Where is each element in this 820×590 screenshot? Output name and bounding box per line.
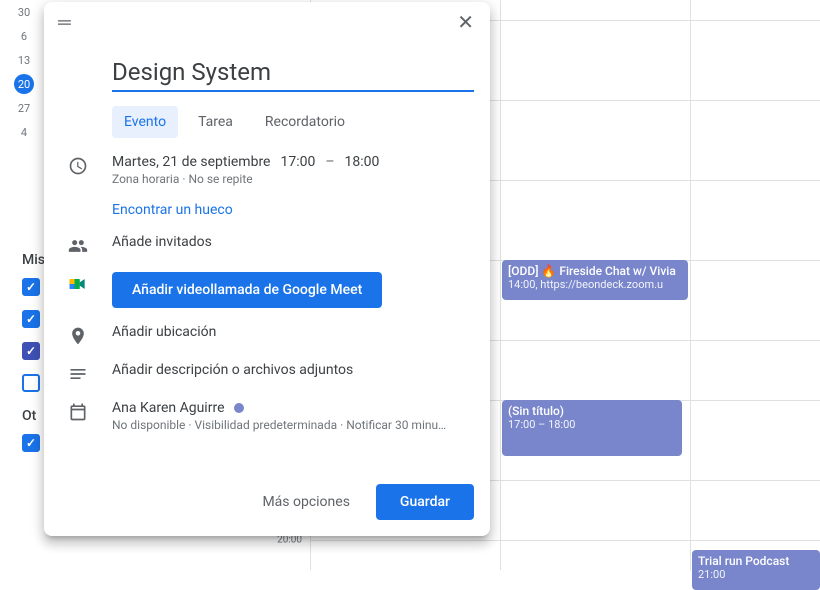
calendar-checkbox[interactable] — [22, 342, 40, 360]
event-create-dialog: ═ ✕ Evento Tarea Recordatorio Martes, 21… — [44, 2, 490, 536]
add-google-meet-button[interactable]: Añadir videollamada de Google Meet — [112, 272, 382, 308]
event-type-tabs: Evento Tarea Recordatorio — [112, 106, 474, 138]
calendar-event[interactable]: Trial run Podcast 21:00 — [692, 550, 820, 590]
close-icon: ✕ — [457, 10, 474, 34]
organizer-settings: No disponible · Visibilidad predetermina… — [112, 418, 474, 432]
close-button[interactable]: ✕ — [449, 6, 482, 38]
add-guests-field[interactable]: Añade invitados — [112, 234, 474, 250]
tab-reminder[interactable]: Recordatorio — [253, 106, 357, 138]
event-date: Martes, 21 de septiembre — [112, 154, 270, 170]
add-description-field[interactable]: Añadir descripción o archivos adjuntos — [112, 362, 474, 378]
save-button[interactable]: Guardar — [376, 484, 474, 520]
tab-event[interactable]: Evento — [112, 106, 178, 138]
meet-icon — [60, 272, 96, 294]
find-time-link[interactable]: Encontrar un hueco — [112, 202, 474, 218]
mini-calendar[interactable]: 30 6 13 20 27 4 — [0, 0, 48, 144]
location-icon — [60, 324, 96, 346]
calendar-event[interactable]: (Sin título) 17:00 – 18:00 — [502, 400, 682, 456]
calendar-checkbox[interactable] — [22, 278, 40, 296]
event-title-input[interactable] — [112, 56, 474, 92]
calendar-checkbox[interactable] — [22, 434, 40, 452]
calendar-checkbox[interactable] — [22, 310, 40, 328]
time-axis-label: 20:00 — [277, 535, 302, 546]
other-calendars-heading: Ot — [22, 408, 45, 424]
datetime-row[interactable]: Martes, 21 de septiembre 17:00 – 18:00 — [112, 154, 474, 170]
calendar-color-dot — [234, 403, 244, 413]
organizer-name: Ana Karen Aguirre — [112, 400, 225, 416]
tab-task[interactable]: Tarea — [186, 106, 245, 138]
description-icon — [60, 362, 96, 384]
calendar-list-sidebar: Mis Ot — [22, 252, 45, 466]
timezone-repeat-label[interactable]: Zona horaria · No se repite — [112, 172, 474, 186]
organizer-row[interactable]: Ana Karen Aguirre No disponible · Visibi… — [112, 400, 474, 432]
event-start-time: 17:00 — [280, 154, 315, 170]
calendar-icon — [60, 400, 96, 422]
more-options-button[interactable]: Más opciones — [252, 486, 359, 518]
my-calendars-heading: Mis — [22, 252, 45, 268]
clock-icon — [60, 154, 96, 176]
calendar-event[interactable]: [ODD] 🔥 Fireside Chat w/ Vivia 14:00, ht… — [502, 260, 688, 300]
add-location-field[interactable]: Añadir ubicación — [112, 324, 474, 340]
event-end-time: 18:00 — [345, 154, 380, 170]
people-icon — [60, 234, 96, 256]
drag-handle-icon[interactable]: ═ — [52, 8, 77, 37]
calendar-checkbox[interactable] — [22, 374, 40, 392]
